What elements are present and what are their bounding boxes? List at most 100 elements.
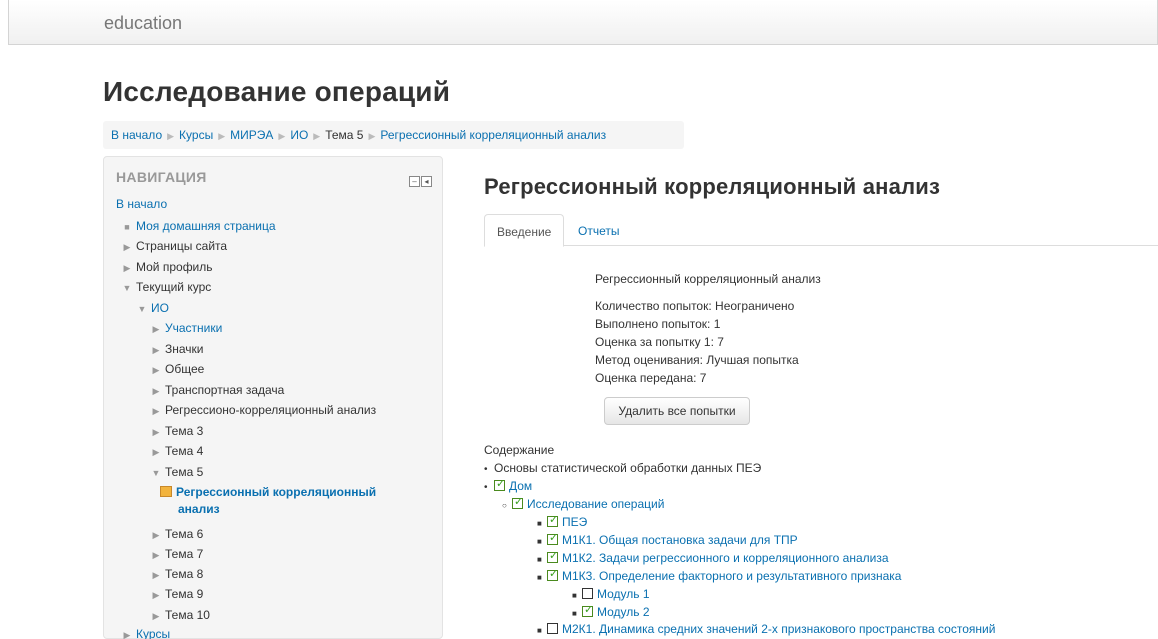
nav-topic9-label: Тема 9	[165, 587, 204, 601]
nav-course-io-label[interactable]: ИО	[151, 301, 169, 315]
attempts-done: Выполнено попыток: 1	[595, 317, 721, 331]
nav-topic8-label: Тема 8	[165, 567, 204, 581]
checkbox-checked-icon	[582, 603, 593, 617]
toc-item-m1k1[interactable]: ■ М1К1. Общая постановка задачи для ТПР	[537, 531, 798, 549]
brand-link[interactable]: education	[104, 13, 182, 34]
nav-topic3[interactable]: ▶ Тема 3	[151, 424, 204, 439]
breadcrumb-separator-icon: ▶	[167, 131, 175, 141]
nav-badges-label: Значки	[165, 342, 204, 356]
nav-my-profile[interactable]: ▶ Мой профиль	[122, 260, 213, 275]
nav-my-home[interactable]: ■ Моя домашняя страница	[122, 219, 276, 234]
nav-courses[interactable]: ▶ Курсы	[122, 627, 171, 639]
tab-bar: Введение Отчеты	[484, 214, 1158, 247]
navigation-header: НАВИГАЦИЯ	[116, 169, 207, 185]
bullet-icon: •	[484, 482, 488, 493]
breadcrumb-io[interactable]: ИО	[290, 128, 308, 142]
checkbox-checked-icon	[547, 531, 558, 545]
toc-module2-link[interactable]: Модуль 2	[597, 605, 650, 619]
toc-item-module1[interactable]: ■ Модуль 1	[572, 587, 650, 603]
nav-site-pages[interactable]: ▶ Страницы сайта	[122, 239, 228, 254]
nav-regression[interactable]: ▶ Регрессионо-корреляционный анализ	[151, 403, 377, 418]
toc-item-basics: • Основы статистической обработки данных …	[484, 461, 761, 477]
expand-arrow-icon: ▶	[152, 570, 160, 580]
breadcrumb-separator-icon: ▶	[218, 131, 226, 141]
nav-topic8[interactable]: ▶ Тема 8	[151, 567, 204, 582]
nav-badges[interactable]: ▶ Значки	[151, 342, 204, 357]
activity-title: Регрессионный корреляционный анализ	[484, 174, 941, 199]
toc-item-m1k3[interactable]: ■ М1К3. Определение факторного и результа…	[537, 567, 901, 585]
attempt-grade: Оценка за попытку 1: 7	[595, 335, 724, 349]
nav-topic10[interactable]: ▶ Тема 10	[151, 608, 210, 623]
nav-courses-label[interactable]: Курсы	[136, 627, 170, 639]
expand-arrow-icon: ▶	[152, 427, 160, 437]
breadcrumb-current[interactable]: Регрессионный корреляционный анализ	[380, 128, 606, 142]
nav-current-line1: Регрессионный корреляционный	[176, 485, 377, 499]
nav-general[interactable]: ▶ Общее	[151, 362, 205, 377]
toc-m1k2-link[interactable]: М1К2. Задачи регрессионного и корреляцио…	[562, 551, 889, 565]
nav-site-pages-label: Страницы сайта	[136, 239, 228, 253]
expand-arrow-icon: ▶	[152, 386, 160, 396]
bullet-square-icon: ■	[572, 609, 577, 618]
bullet-circle-icon: ○	[502, 501, 507, 510]
nav-topic4[interactable]: ▶ Тема 4	[151, 444, 204, 459]
toc-operations-link[interactable]: Исследование операций	[527, 497, 664, 511]
nav-topic6-label: Тема 6	[165, 527, 204, 541]
nav-course-io[interactable]: ▼ ИО	[137, 301, 169, 316]
bullet-square-icon: ■	[537, 573, 542, 582]
nav-topic9[interactable]: ▶ Тема 9	[151, 587, 204, 602]
nav-participants-label[interactable]: Участники	[165, 321, 222, 335]
toc-module1-link[interactable]: Модуль 1	[597, 587, 650, 601]
delete-attempts-button[interactable]: Удалить все попытки	[604, 397, 750, 425]
checkbox-checked-icon	[547, 549, 558, 563]
nav-my-home-label[interactable]: Моя домашняя страница	[136, 219, 276, 233]
toc-item-home[interactable]: • Дом	[484, 477, 532, 495]
expand-arrow-icon: ▶	[152, 611, 160, 621]
breadcrumb: В начало ▶ Курсы ▶ МИРЭА ▶ ИО ▶ Тема 5 ▶ Регрессио…	[103, 121, 684, 149]
toc-pee-link[interactable]: ПЕЭ	[562, 515, 587, 529]
collapse-arrow-icon: ▼	[151, 468, 161, 478]
toc-m2k1-link[interactable]: М2К1. Динамика средних значений 2-х приз…	[562, 622, 995, 636]
quiz-name: Регрессионный корреляционный анализ	[595, 272, 821, 286]
toc-item-operations[interactable]: ○ Исследование операций	[502, 495, 664, 513]
expand-arrow-icon: ▶	[152, 365, 160, 375]
nav-participants[interactable]: ▶ Участники	[151, 321, 223, 336]
block-controls: – ◂	[408, 171, 432, 189]
nav-current-course-label: Текущий курс	[136, 280, 212, 294]
toc-m1k3-link[interactable]: М1К3. Определение факторного и результат…	[562, 569, 901, 583]
nav-current-activity[interactable]: Регрессионный корреляционный анализ	[160, 484, 376, 518]
dock-icon[interactable]: ◂	[421, 176, 432, 187]
nav-topic5[interactable]: ▼ Тема 5	[151, 465, 204, 480]
tab-intro[interactable]: Введение	[484, 214, 564, 247]
toc-item-m2k1[interactable]: ■ М2К1. Динамика средних значений 2-х при…	[537, 622, 995, 638]
bullet-square-icon: ■	[572, 591, 577, 600]
toc-item-pee[interactable]: ■ ПЕЭ	[537, 513, 587, 531]
checkbox-checked-icon	[547, 513, 558, 527]
nav-current-course[interactable]: ▼ Текущий курс	[122, 280, 212, 295]
nav-transport[interactable]: ▶ Транспортная задача	[151, 383, 285, 398]
tab-reports[interactable]: Отчеты	[566, 214, 631, 247]
toc-item-module2[interactable]: ■ Модуль 2	[572, 603, 650, 621]
bullet-square-icon: ■	[124, 222, 130, 232]
breadcrumb-separator-icon: ▶	[313, 131, 321, 141]
toc-item-m1k2[interactable]: ■ М1К2. Задачи регрессионного и корреляци…	[537, 549, 889, 567]
grading-method: Метод оценивания: Лучшая попытка	[595, 353, 799, 367]
toc-m1k1-link[interactable]: М1К1. Общая постановка задачи для ТПР	[562, 533, 798, 547]
nav-topic7[interactable]: ▶ Тема 7	[151, 547, 204, 562]
nav-topic6[interactable]: ▶ Тема 6	[151, 527, 204, 542]
breadcrumb-courses[interactable]: Курсы	[179, 128, 213, 142]
toc-home-link[interactable]: Дом	[509, 479, 532, 493]
breadcrumb-mirea[interactable]: МИРЭА	[230, 128, 273, 142]
nav-general-label: Общее	[165, 362, 205, 376]
page-title: Исследование операций	[103, 76, 451, 107]
bullet-square-icon: ■	[537, 519, 542, 528]
checkbox-checked-icon	[512, 495, 523, 509]
toc-basics-label: Основы статистической обработки данных П…	[494, 461, 762, 475]
collapse-icon[interactable]: –	[409, 176, 420, 187]
checkbox-empty-icon	[582, 588, 593, 599]
expand-arrow-icon: ▶	[123, 242, 131, 252]
nav-home-link[interactable]: В начало	[116, 197, 167, 211]
nav-topic4-label: Тема 4	[165, 444, 204, 458]
checkbox-checked-icon	[547, 567, 558, 581]
nav-current-line2: анализ	[178, 502, 220, 516]
breadcrumb-home[interactable]: В начало	[111, 128, 162, 142]
